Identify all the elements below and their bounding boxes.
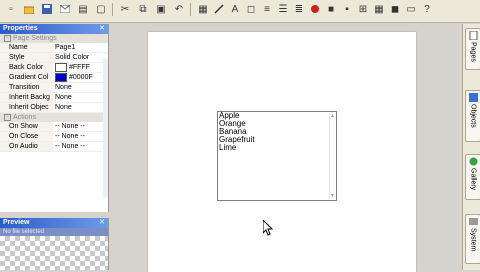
property-value[interactable]: None	[53, 103, 108, 112]
color-value: #0000F	[69, 74, 93, 81]
table-icon[interactable]: ▦	[372, 2, 386, 16]
save-icon[interactable]	[40, 2, 54, 16]
color-icon[interactable]	[308, 2, 322, 16]
tab-gallery[interactable]: Gallery	[465, 154, 480, 200]
property-row-inherit-objects[interactable]: Inherit Objec None	[0, 103, 108, 113]
align-center-icon[interactable]: ☰	[276, 2, 290, 16]
help-icon[interactable]: ?	[420, 2, 434, 16]
fruit-listbox[interactable]: Apple Orange Banana Grapefruit Lime ▲ ▼	[217, 111, 337, 201]
tab-objects[interactable]: Objects	[465, 90, 480, 142]
properties-scrollbar[interactable]	[103, 58, 108, 198]
group-label: Page Settings	[13, 35, 57, 42]
objects-icon	[468, 93, 478, 102]
properties-panel: Properties ✕ − Page Settings Name Page1 S…	[0, 24, 109, 212]
color-swatch[interactable]	[55, 73, 67, 82]
property-value[interactable]: #FFFF	[53, 63, 108, 72]
align-left-icon[interactable]: ≡	[260, 2, 274, 16]
group-label: Actions	[13, 114, 36, 121]
property-name: On Close	[0, 132, 53, 141]
copy-icon[interactable]: ⧉	[136, 2, 150, 16]
preview-icon[interactable]: ▢	[94, 2, 108, 16]
group-page-settings[interactable]: − Page Settings	[0, 34, 108, 43]
property-row-name[interactable]: Name Page1	[0, 43, 108, 53]
property-name: Inherit Objec	[0, 103, 53, 112]
collapse-icon[interactable]: −	[4, 113, 11, 121]
collapse-icon[interactable]: −	[4, 34, 11, 42]
property-row-inherit-background[interactable]: Inherit Backg None	[0, 93, 108, 103]
action-row-on-close[interactable]: On Close -- None --	[0, 132, 108, 142]
right-sidebar: Pages Objects Gallery System	[462, 24, 480, 270]
media-icon[interactable]: ◼	[388, 2, 402, 16]
property-value[interactable]: -- None --	[53, 132, 108, 141]
property-value[interactable]: None	[53, 83, 108, 92]
property-row-back-color[interactable]: Back Color #FFFF	[0, 63, 108, 73]
grid-icon[interactable]: ⊞	[356, 2, 370, 16]
close-icon[interactable]: ✕	[99, 218, 105, 228]
preview-title-label: Preview	[3, 219, 30, 226]
property-name: Style	[0, 53, 53, 62]
property-value[interactable]: -- None --	[53, 122, 108, 131]
group-actions[interactable]: − Actions	[0, 113, 108, 122]
tab-label: System	[469, 228, 477, 252]
italic-icon[interactable]: ▪	[340, 2, 354, 16]
property-name: On Audio	[0, 142, 53, 151]
properties-title: Properties ✕	[0, 24, 108, 34]
main-toolbar: ▫ ▤ ▢ ✂ ⧉ ▣ ↶ ▦ A ◻ ≡ ☰ ≣ ■ ▪ ⊞ ▦ ◼ ▭ ?	[0, 0, 480, 23]
mail-icon[interactable]	[58, 2, 72, 16]
property-row-transition[interactable]: Transition None	[0, 83, 108, 93]
property-value[interactable]: -- None --	[53, 142, 108, 151]
property-name: Gradient Col	[0, 73, 53, 82]
action-row-on-show[interactable]: On Show -- None --	[0, 122, 108, 132]
image-icon[interactable]: ▦	[196, 2, 210, 16]
cut-icon[interactable]: ✂	[118, 2, 132, 16]
property-name: Inherit Backg	[0, 93, 53, 102]
preview-panel: Preview ✕ No file selected	[0, 218, 109, 270]
layer-icon[interactable]: ▭	[404, 2, 418, 16]
tab-system[interactable]: System	[465, 214, 480, 264]
gallery-icon	[469, 157, 477, 166]
tab-pages[interactable]: Pages	[465, 28, 480, 70]
property-name: On Show	[0, 122, 53, 131]
pages-icon	[469, 31, 477, 40]
property-name: Back Color	[0, 63, 53, 72]
action-row-on-audio[interactable]: On Audio -- None --	[0, 142, 108, 152]
color-value: #FFFF	[69, 64, 90, 71]
property-row-gradient-color[interactable]: Gradient Col #0000F	[0, 73, 108, 83]
properties-title-label: Properties	[3, 25, 38, 32]
preview-status: No file selected	[0, 228, 108, 236]
scroll-down-icon[interactable]: ▼	[330, 193, 335, 199]
system-icon	[468, 218, 478, 225]
preview-canvas	[0, 236, 108, 270]
property-name: Transition	[0, 83, 53, 92]
align-right-icon[interactable]: ≣	[292, 2, 306, 16]
undo-icon[interactable]: ↶	[172, 2, 186, 16]
mouse-pointer-icon	[263, 220, 273, 236]
close-icon[interactable]: ✕	[99, 24, 105, 34]
property-value[interactable]: Solid Color	[53, 53, 108, 62]
property-name: Name	[0, 43, 53, 52]
listbox-scrollbar[interactable]: ▲ ▼	[329, 113, 335, 199]
property-value[interactable]: None	[53, 93, 108, 102]
property-value[interactable]: #0000F	[53, 73, 108, 82]
bold-icon[interactable]: ■	[324, 2, 338, 16]
print-icon[interactable]: ▤	[76, 2, 90, 16]
line-icon[interactable]	[212, 2, 226, 16]
color-swatch[interactable]	[55, 63, 67, 72]
list-item[interactable]: Lime	[218, 144, 336, 152]
scroll-up-icon[interactable]: ▲	[330, 113, 335, 119]
new-icon[interactable]: ▫	[4, 2, 18, 16]
tab-label: Objects	[469, 104, 477, 128]
preview-title: Preview ✕	[0, 218, 108, 228]
tab-label: Gallery	[469, 168, 477, 191]
property-value[interactable]: Page1	[53, 43, 108, 52]
paste-icon[interactable]: ▣	[154, 2, 168, 16]
text-icon[interactable]: A	[228, 2, 242, 16]
tab-label: Pages	[469, 42, 477, 62]
property-row-style[interactable]: Style Solid Color	[0, 53, 108, 63]
open-icon[interactable]	[22, 2, 36, 16]
shape-icon[interactable]: ◻	[244, 2, 258, 16]
